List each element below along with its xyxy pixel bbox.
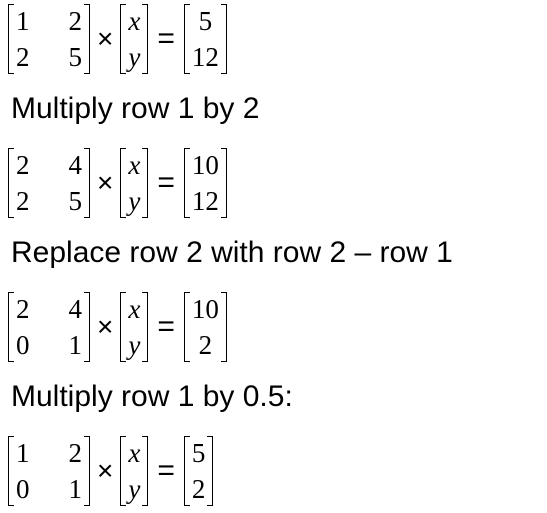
right-bracket: [142, 4, 149, 74]
vector-cell: 5: [191, 437, 206, 468]
vector-cell: 2: [198, 329, 213, 360]
vector-cell: 12: [191, 185, 219, 216]
matrix-cell: 1: [16, 437, 30, 468]
coefficient-matrix: 1 2 2 5: [8, 2, 90, 76]
vector-cell: y: [128, 329, 141, 360]
right-bracket: [84, 4, 90, 74]
right-bracket: [142, 292, 149, 362]
matrix-cell: 0: [16, 473, 30, 504]
matrix-cell: 2: [16, 41, 30, 72]
right-bracket: [84, 292, 90, 362]
vector-cell: x: [128, 437, 141, 468]
vector-cell: x: [128, 5, 141, 36]
vector-cell: y: [128, 41, 141, 72]
vector-cell: 10: [191, 149, 219, 180]
vector-cell: 5: [198, 5, 213, 36]
result-vector: 5 12: [183, 2, 227, 76]
right-bracket: [84, 148, 90, 218]
vector-cell: y: [128, 473, 141, 504]
times-sign: ×: [97, 311, 114, 342]
vector-cell: y: [128, 185, 141, 216]
result-vector: 10 2: [183, 290, 227, 364]
result-vector: 5 2: [183, 434, 214, 508]
step-text-3: Multiply row 1 by 0.5:: [11, 380, 293, 413]
coefficient-matrix: 2 4 2 5: [8, 146, 90, 220]
right-bracket: [142, 436, 149, 506]
matrix-cell: 5: [68, 41, 83, 72]
matrix-cell: 1: [16, 5, 30, 36]
variable-vector: x y: [120, 2, 149, 76]
vector-cell: x: [128, 149, 141, 180]
variable-vector: x y: [120, 290, 149, 364]
matrix-cell: 4: [68, 149, 83, 180]
right-bracket: [220, 292, 227, 362]
equals-sign: =: [157, 22, 175, 55]
equals-sign: =: [157, 166, 175, 199]
right-bracket: [220, 148, 227, 218]
times-sign: ×: [97, 23, 114, 54]
equals-sign: =: [157, 310, 175, 343]
vector-cell: x: [128, 293, 141, 324]
matrix-cell: 1: [68, 329, 83, 360]
coefficient-matrix: 1 2 0 1: [8, 434, 90, 508]
right-bracket: [207, 436, 214, 506]
equals-sign: =: [157, 454, 175, 487]
variable-vector: x y: [120, 434, 149, 508]
result-vector: 10 12: [183, 146, 227, 220]
right-bracket: [142, 148, 149, 218]
vector-cell: 12: [191, 41, 219, 72]
matrix-cell: 2: [16, 293, 30, 324]
equation-4: 1 2 0 1 × x y = 5 2: [8, 434, 214, 508]
matrix-cell: 2: [16, 185, 30, 216]
matrix-cell: 2: [68, 5, 83, 36]
vector-cell: 2: [191, 473, 206, 504]
vector-cell: 10: [191, 293, 219, 324]
step-text-2: Replace row 2 with row 2 – row 1: [11, 236, 453, 269]
right-bracket: [220, 4, 227, 74]
equation-1: 1 2 2 5 × x y = 5 12: [8, 2, 227, 76]
step-text-1: Multiply row 1 by 2: [11, 92, 260, 125]
times-sign: ×: [97, 167, 114, 198]
times-sign: ×: [97, 455, 114, 486]
equation-3: 2 4 0 1 × x y = 10 2: [8, 290, 227, 364]
coefficient-matrix: 2 4 0 1: [8, 290, 90, 364]
variable-vector: x y: [120, 146, 149, 220]
matrix-cell: 4: [68, 293, 83, 324]
matrix-cell: 0: [16, 329, 30, 360]
matrix-cell: 1: [68, 473, 83, 504]
right-bracket: [84, 436, 90, 506]
matrix-cell: 5: [68, 185, 83, 216]
matrix-cell: 2: [68, 437, 83, 468]
matrix-cell: 2: [16, 149, 30, 180]
equation-2: 2 4 2 5 × x y = 10 12: [8, 146, 227, 220]
